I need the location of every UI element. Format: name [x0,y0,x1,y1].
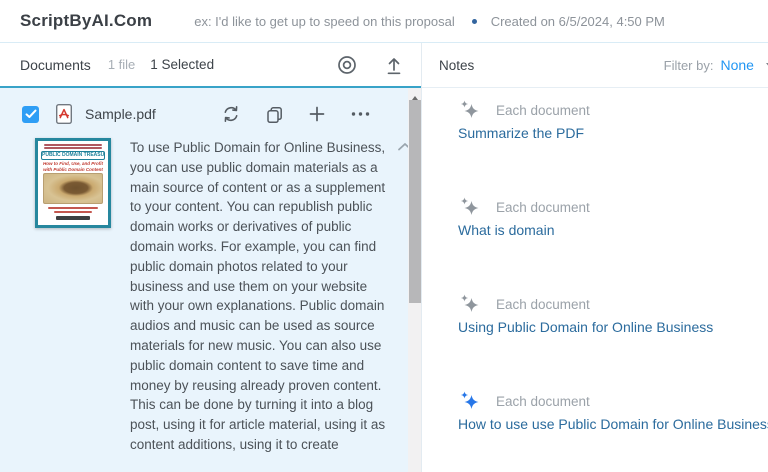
file-row: Sample.pdf [0,97,421,131]
note-item: Each document What is domain [458,195,768,240]
notes-list: Each document Summarize the PDF Each doc… [422,88,768,472]
documents-title: Documents [20,57,91,73]
cover-map-image [43,173,103,204]
scrollbar-thumb[interactable] [409,100,421,303]
more-icon [350,111,371,117]
main-split: Documents 1 file 1 Selected [0,43,768,472]
pdf-thumbnail[interactable]: PUBLIC DOMAIN TREASURES! How to Find, Us… [35,138,111,228]
note-header: Each document [458,292,768,316]
note-title-link[interactable]: Summarize the PDF [458,125,584,141]
prompt-placeholder-text[interactable]: ex: I'd like to get up to speed on this … [194,14,454,29]
cover-decor-line [48,207,98,209]
ai-sparkle-icon [458,292,482,316]
copy-icon [265,105,284,124]
scrollbar-up-arrow-icon[interactable] [408,88,421,100]
note-item: Each document Using Public Domain for On… [458,292,768,337]
note-header: Each document [458,98,768,122]
note-scope-label: Each document [496,200,590,215]
documents-panel-header: Documents 1 file 1 Selected [0,43,421,88]
note-header: Each document [458,389,768,413]
note-scope-label: Each document [496,297,590,312]
cover-title: PUBLIC DOMAIN TREASURES! [41,151,105,160]
upload-button[interactable] [383,53,405,77]
note-title-link[interactable]: What is domain [458,222,554,238]
notes-panel: Notes Filter by: None Each document [422,43,768,472]
more-button[interactable] [348,109,373,119]
scan-target-icon [337,55,357,75]
created-timestamp: Created on 6/5/2024, 4:50 PM [491,14,665,29]
refresh-button[interactable] [219,102,243,126]
cover-decor-line [54,211,92,213]
pdf-file-icon [54,103,74,125]
copy-button[interactable] [263,103,286,126]
file-count: 1 file [108,57,135,72]
note-item: Each document Summarize the PDF [458,98,768,143]
selected-count: 1 Selected [150,57,214,72]
cover-subtitle: How to Find, Use, and Profit with Public… [41,161,105,172]
checkmark-icon [25,109,37,119]
note-title-link[interactable]: Using Public Domain for Online Business [458,319,713,335]
file-name[interactable]: Sample.pdf [85,106,156,122]
filter-label: Filter by: [664,58,714,73]
notes-title: Notes [439,58,474,73]
cover-decor-line [44,147,102,149]
upload-icon [385,55,403,75]
documents-scrollbar[interactable] [408,88,421,472]
file-checkbox[interactable] [22,106,39,123]
document-preview: PUBLIC DOMAIN TREASURES! How to Find, Us… [0,138,421,455]
refresh-icon [221,104,241,124]
scan-target-button[interactable] [335,53,359,77]
cover-decor-line [44,144,102,146]
documents-panel: Documents 1 file 1 Selected [0,43,422,472]
documents-panel-body: Sample.pdf [0,88,421,472]
ai-sparkle-icon [458,195,482,219]
add-button[interactable] [306,103,328,125]
app-logo[interactable]: ScriptByAI.Com [20,11,152,31]
document-summary-text: To use Public Domain for Online Business… [130,138,388,455]
filter-dropdown[interactable]: Filter by: None [664,57,768,73]
note-scope-label: Each document [496,103,590,118]
separator-dot-icon [472,19,477,24]
note-scope-label: Each document [496,394,590,409]
top-header: ScriptByAI.Com ex: I'd like to get up to… [0,0,768,43]
cover-publisher-logo [56,216,90,220]
filter-value[interactable]: None [720,57,753,73]
note-header: Each document [458,195,768,219]
ai-sparkle-icon [458,389,482,413]
add-icon [308,105,326,123]
note-title-link[interactable]: How to use use Public Domain for Online … [458,416,768,432]
note-item: Each document How to use use Public Doma… [458,389,768,434]
notes-panel-header: Notes Filter by: None [422,43,768,88]
ai-sparkle-icon [458,98,482,122]
app-window: ScriptByAI.Com ex: I'd like to get up to… [0,0,768,472]
